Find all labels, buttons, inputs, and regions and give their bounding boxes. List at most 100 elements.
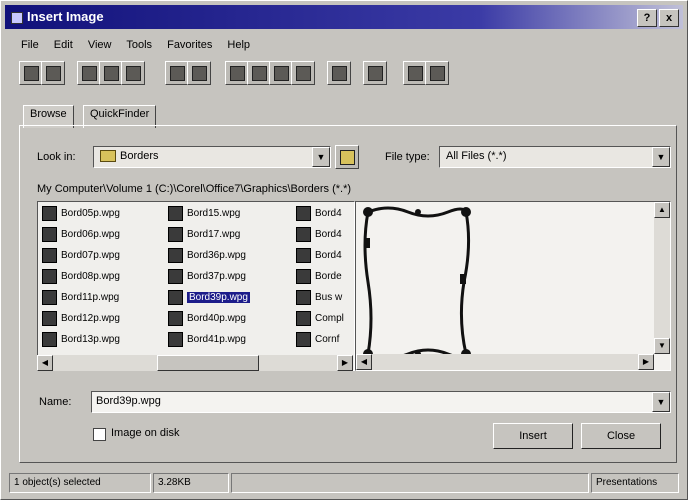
border-preview-image — [363, 206, 471, 360]
paste-button[interactable] — [121, 61, 145, 85]
up-folder-button[interactable] — [41, 61, 65, 85]
image-on-disk-label[interactable]: Image on disk — [111, 427, 179, 439]
scroll-left-button[interactable]: ◀ — [37, 355, 53, 371]
list-item[interactable]: Bus w — [296, 290, 344, 311]
up-one-level-button[interactable] — [335, 145, 359, 169]
name-input[interactable]: Bord39p.wpg ▼ — [91, 391, 671, 413]
list-item[interactable]: Bord41p.wpg — [168, 332, 250, 353]
tree-icon — [332, 66, 347, 81]
file-column-2: Bord15.wpg Bord17.wpg Bord36p.wpg Bord37… — [168, 206, 250, 353]
list-item-selected[interactable]: Bord39p.wpg — [168, 290, 250, 311]
chevron-down-icon[interactable]: ▼ — [652, 147, 670, 167]
wpg-file-icon — [296, 269, 311, 284]
list-view-button[interactable] — [269, 61, 293, 85]
file-type-combo[interactable]: All Files (*.*) ▼ — [439, 146, 671, 168]
copy-button[interactable] — [99, 61, 123, 85]
scroll-down-button[interactable]: ▼ — [654, 338, 670, 354]
copy-icon — [104, 66, 119, 81]
insert-image-dialog: Insert Image ? x File Edit View Tools Fa… — [0, 0, 688, 500]
file-type-value: All Files (*.*) — [446, 150, 507, 162]
up-one-level-icon — [340, 150, 355, 165]
wpg-file-icon — [42, 311, 57, 326]
favorites-button[interactable] — [403, 61, 427, 85]
look-in-combo[interactable]: Borders ▼ — [93, 146, 331, 168]
wpg-file-icon — [296, 248, 311, 263]
small-icons-icon — [252, 66, 267, 81]
current-path: My Computer\Volume 1 (C:)\Corel\Office7\… — [37, 183, 352, 195]
paste-icon — [126, 66, 141, 81]
list-item[interactable]: Borde — [296, 269, 344, 290]
list-item[interactable]: Bord4 — [296, 227, 344, 248]
menu-file[interactable]: File — [21, 39, 39, 51]
chevron-down-icon[interactable]: ▼ — [312, 147, 330, 167]
up-folder-icon — [46, 66, 61, 81]
status-message — [231, 473, 589, 493]
file-list[interactable]: Bord05p.wpg Bord06p.wpg Bord07p.wpg Bord… — [37, 201, 355, 371]
delete-icon — [170, 66, 185, 81]
list-item[interactable]: Bord12p.wpg — [42, 311, 120, 332]
large-icons-button[interactable] — [225, 61, 249, 85]
list-item[interactable]: Bord15.wpg — [168, 206, 250, 227]
wpg-file-icon — [296, 206, 311, 221]
add-favorite-button[interactable] — [425, 61, 449, 85]
insert-button[interactable]: Insert — [493, 423, 573, 449]
list-item[interactable]: Bord06p.wpg — [42, 227, 120, 248]
preview-hscrollbar[interactable]: ◀ ▶ — [356, 354, 654, 370]
wpg-file-icon — [168, 311, 183, 326]
wpg-file-icon — [168, 332, 183, 347]
chevron-down-icon[interactable]: ▼ — [652, 392, 670, 412]
wpg-file-icon — [42, 290, 57, 305]
menu-tools[interactable]: Tools — [126, 39, 152, 51]
menu-edit[interactable]: Edit — [54, 39, 73, 51]
scroll-thumb[interactable] — [157, 355, 259, 371]
small-icons-button[interactable] — [247, 61, 271, 85]
list-item[interactable]: Bord07p.wpg — [42, 248, 120, 269]
list-item[interactable]: Bord40p.wpg — [168, 311, 250, 332]
wpg-file-icon — [296, 227, 311, 242]
image-on-disk-checkbox[interactable] — [93, 428, 106, 441]
menu-view[interactable]: View — [88, 39, 112, 51]
list-item[interactable]: Bord4 — [296, 206, 344, 227]
wpg-file-icon — [168, 290, 183, 305]
scroll-right-button[interactable]: ▶ — [638, 354, 654, 370]
help-button[interactable]: ? — [637, 9, 657, 27]
name-dropdown[interactable]: ▼ — [652, 392, 670, 412]
scroll-up-button[interactable]: ▲ — [654, 202, 670, 218]
list-item[interactable]: Bord36p.wpg — [168, 248, 250, 269]
properties-button[interactable] — [187, 61, 211, 85]
wpg-file-icon — [296, 332, 311, 347]
preview-vscrollbar[interactable]: ▲ ▼ — [654, 202, 670, 354]
delete-button[interactable] — [165, 61, 189, 85]
cut-button[interactable] — [77, 61, 101, 85]
status-size: 3.28KB — [153, 473, 229, 493]
list-item[interactable]: Bord4 — [296, 248, 344, 269]
image-preview: ▲ ▼ ◀ ▶ — [355, 201, 671, 371]
title-bar: Insert Image ? x — [5, 5, 683, 29]
back-button[interactable] — [19, 61, 43, 85]
list-item[interactable]: Bord08p.wpg — [42, 269, 120, 290]
wpg-file-icon — [296, 290, 311, 305]
back-icon — [24, 66, 39, 81]
list-item[interactable]: Cornf — [296, 332, 344, 353]
menu-favorites[interactable]: Favorites — [167, 39, 212, 51]
list-item[interactable]: Compl — [296, 311, 344, 332]
list-item[interactable]: Bord37p.wpg — [168, 269, 250, 290]
scroll-left-button[interactable]: ◀ — [356, 354, 372, 370]
close-button[interactable]: Close — [581, 423, 661, 449]
list-item[interactable]: Bord05p.wpg — [42, 206, 120, 227]
list-item[interactable]: Bord13p.wpg — [42, 332, 120, 353]
scroll-right-button[interactable]: ▶ — [337, 355, 353, 371]
details-view-button[interactable] — [291, 61, 315, 85]
name-input-value: Bord39p.wpg — [96, 395, 161, 407]
app-icon — [11, 12, 23, 24]
menu-help[interactable]: Help — [227, 39, 250, 51]
add-favorite-icon — [430, 66, 445, 81]
wpg-file-icon — [168, 227, 183, 242]
file-column-1: Bord05p.wpg Bord06p.wpg Bord07p.wpg Bord… — [42, 206, 120, 353]
list-item[interactable]: Bord17.wpg — [168, 227, 250, 248]
close-window-button[interactable]: x — [659, 9, 679, 27]
preview-button[interactable] — [363, 61, 387, 85]
tree-view-button[interactable] — [327, 61, 351, 85]
list-item[interactable]: Bord11p.wpg — [42, 290, 120, 311]
file-list-hscrollbar[interactable]: ◀ ▶ — [37, 355, 353, 371]
